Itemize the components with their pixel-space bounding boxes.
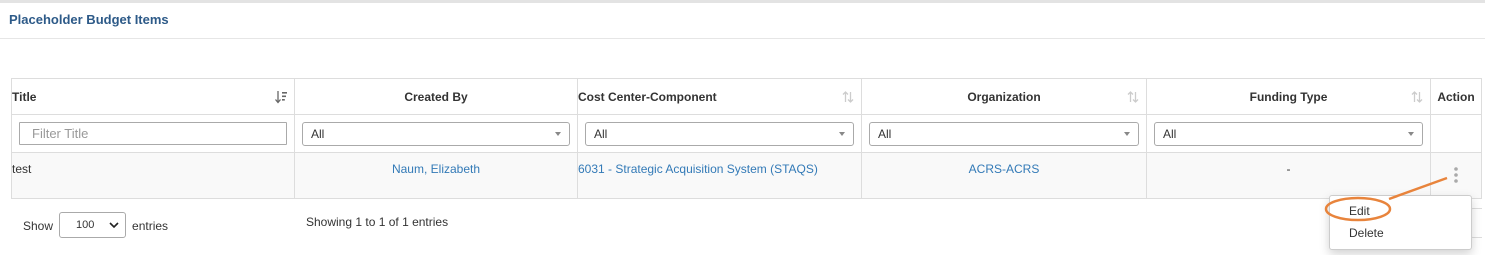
column-header-funding-type[interactable]: Funding Type <box>1146 78 1431 115</box>
panel-title: Placeholder Budget Items <box>9 12 169 27</box>
filter-cell-funding-type: All <box>1146 114 1431 153</box>
caret-down-icon <box>839 131 845 136</box>
caret-down-icon <box>1408 131 1414 136</box>
sort-arrows-icon[interactable] <box>1411 90 1423 104</box>
funding-type-filter-select[interactable]: All <box>1154 121 1423 146</box>
header-row: Title Created By Cost Center-Component O… <box>11 78 1482 115</box>
action-dropdown-menu: Edit Delete <box>1329 195 1472 250</box>
organization-filter-value: All <box>878 126 892 141</box>
title-divider <box>0 38 1485 39</box>
column-header-cost-center[interactable]: Cost Center-Component <box>577 78 862 115</box>
filter-cell-action <box>1430 114 1482 153</box>
vertical-dots-icon[interactable] <box>1450 166 1462 184</box>
filter-cell-created-by: All <box>294 114 578 153</box>
cell-created-by: Naum, Elizabeth <box>294 152 578 199</box>
filter-title-input[interactable]: Filter Title <box>19 122 287 145</box>
caret-down-icon <box>555 131 561 136</box>
filter-cell-cost-center: All <box>577 114 862 153</box>
delete-menu-item[interactable]: Delete <box>1349 226 1384 240</box>
table-row: test Naum, Elizabeth 6031 - Strategic Ac… <box>11 152 1482 199</box>
created-by-filter-select[interactable]: All <box>302 121 570 146</box>
created-by-link[interactable]: Naum, Elizabeth <box>392 162 480 176</box>
column-label-funding-type: Funding Type <box>1249 89 1328 104</box>
edit-menu-item[interactable]: Edit <box>1349 204 1370 218</box>
column-label-cost-center: Cost Center-Component <box>578 89 717 104</box>
caret-down-icon <box>1124 131 1130 136</box>
cost-center-filter-value: All <box>594 126 608 141</box>
column-label-organization: Organization <box>967 89 1041 104</box>
column-label-created-by: Created By <box>404 89 468 104</box>
entries-label: entries <box>132 219 169 233</box>
budget-items-table: Title Created By Cost Center-Component O… <box>11 78 1482 199</box>
column-header-created-by[interactable]: Created By <box>294 78 578 115</box>
organization-filter-select[interactable]: All <box>869 121 1139 146</box>
page-length-control: Show 100 entries <box>23 212 169 238</box>
filter-row: Filter Title All All All All <box>11 114 1482 153</box>
sort-arrows-icon[interactable] <box>842 90 854 104</box>
table-info: Showing 1 to 1 of 1 entries <box>306 215 449 229</box>
cell-organization: ACRS-ACRS <box>861 152 1147 199</box>
funding-type-filter-value: All <box>1163 126 1177 141</box>
filter-cell-organization: All <box>861 114 1147 153</box>
created-by-filter-value: All <box>311 126 325 141</box>
column-header-organization[interactable]: Organization <box>861 78 1147 115</box>
page-length-value: 100 <box>76 219 95 231</box>
column-header-title[interactable]: Title <box>11 78 295 115</box>
sort-amount-icon[interactable] <box>275 90 287 104</box>
column-label-action: Action <box>1437 89 1475 104</box>
cost-center-filter-select[interactable]: All <box>585 121 854 146</box>
filter-cell-title: Filter Title <box>11 114 295 153</box>
chevron-down-icon <box>109 222 119 229</box>
page-length-select[interactable]: 100 <box>59 212 127 238</box>
sort-arrows-icon[interactable] <box>1127 90 1139 104</box>
cell-funding-type: - <box>1146 152 1431 199</box>
column-header-action: Action <box>1430 78 1482 115</box>
cell-cost-center: 6031 - Strategic Acquisition System (STA… <box>577 152 862 199</box>
cost-center-link[interactable]: 6031 - Strategic Acquisition System (STA… <box>578 162 818 176</box>
top-border <box>0 0 1485 3</box>
column-label-title: Title <box>12 89 37 104</box>
show-label: Show <box>23 219 54 233</box>
cell-title: test <box>11 152 295 199</box>
organization-link[interactable]: ACRS-ACRS <box>969 162 1040 176</box>
